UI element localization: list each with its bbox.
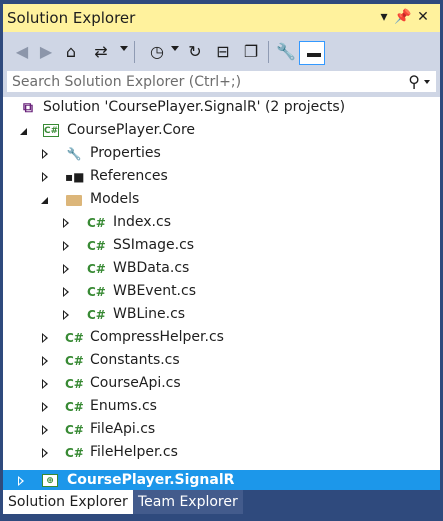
- tree-item-project[interactable]: C# CoursePlayer.Core: [3, 120, 440, 143]
- preview-selected-items-button[interactable]: [299, 41, 325, 65]
- search-box[interactable]: Search Solution Explorer (Ctrl+;) ⚲: [6, 70, 437, 93]
- search-options-dropdown-icon[interactable]: [424, 80, 430, 84]
- tree-item-label: CoursePlayer.Core: [67, 122, 196, 138]
- csharp-file-icon: C#: [65, 400, 84, 414]
- expand-arrow-icon[interactable]: [40, 356, 50, 368]
- properties-icon[interactable]: 🔧: [276, 42, 296, 62]
- window-frame: Solution Explorer ▾ 📌 ✕ ◀ ▶ ⌂ ⇄ ◷ ↻ ⊟ ❐ …: [0, 0, 443, 521]
- panel-title-bar: Solution Explorer ▾ 📌 ✕: [3, 4, 440, 32]
- toolbar-separator: [134, 41, 135, 63]
- csharp-file-icon: C#: [87, 308, 106, 322]
- tree-item-file[interactable]: C# FileApi.cs: [3, 419, 440, 442]
- tree-item-label: FileApi.cs: [90, 421, 156, 437]
- expand-arrow-icon[interactable]: [61, 287, 71, 299]
- preview-icon: [307, 53, 321, 57]
- collapse-all-icon[interactable]: ⊟: [213, 42, 233, 62]
- tree-item-file[interactable]: C# SSImage.cs: [3, 235, 440, 258]
- tree-item-folder[interactable]: Models: [3, 189, 440, 212]
- tree-item-label: CoursePlayer.SignalR: [67, 472, 235, 488]
- wrench-icon: 🔧: [66, 147, 82, 161]
- forward-icon[interactable]: ▶: [36, 42, 56, 62]
- collapse-arrow-icon[interactable]: [40, 195, 50, 207]
- toolbar: ◀ ▶ ⌂ ⇄ ◷ ↻ ⊟ ❐ 🔧: [3, 32, 440, 72]
- csharp-file-icon: C#: [65, 331, 84, 345]
- tree-item-file[interactable]: C# FileHelper.cs: [3, 442, 440, 465]
- references-icon: ▪■: [65, 170, 85, 184]
- back-icon[interactable]: ◀: [12, 42, 32, 62]
- tree-item-file[interactable]: C# WBData.cs: [3, 258, 440, 281]
- collapse-arrow-icon[interactable]: [19, 126, 29, 138]
- tree-item-file[interactable]: C# Constants.cs: [3, 350, 440, 373]
- tree-item-file[interactable]: C# CompressHelper.cs: [3, 327, 440, 350]
- expand-arrow-icon[interactable]: [40, 149, 50, 161]
- expand-arrow-icon[interactable]: [61, 310, 71, 322]
- web-project-icon: ⊕: [42, 474, 58, 487]
- solution-explorer-panel: Solution Explorer ▾ 📌 ✕ ◀ ▶ ⌂ ⇄ ◷ ↻ ⊟ ❐ …: [3, 4, 440, 517]
- csharp-file-icon: C#: [65, 377, 84, 391]
- expand-arrow-icon[interactable]: [40, 448, 50, 460]
- expand-arrow-icon[interactable]: [40, 172, 50, 184]
- expand-arrow-icon[interactable]: [61, 218, 71, 230]
- tree-item-properties[interactable]: 🔧 Properties: [3, 143, 440, 166]
- tree-item-label: Models: [90, 191, 140, 207]
- tree-item-label: CompressHelper.cs: [90, 329, 224, 345]
- solution-tree: ⧉ Solution 'CoursePlayer.SignalR' (2 pro…: [3, 97, 440, 477]
- switch-views-dropdown-icon[interactable]: [120, 46, 128, 51]
- pending-changes-filter-icon[interactable]: ◷: [147, 42, 167, 62]
- tree-item-label: CourseApi.cs: [90, 375, 181, 391]
- tab-solution-explorer[interactable]: Solution Explorer: [3, 490, 133, 514]
- tree-item-label: Solution 'CoursePlayer.SignalR' (2 proje…: [43, 99, 346, 115]
- csharp-file-icon: C#: [87, 262, 106, 276]
- tree-item-file[interactable]: C# Index.cs: [3, 212, 440, 235]
- tree-item-label: Constants.cs: [90, 352, 180, 368]
- csharp-file-icon: C#: [87, 239, 106, 253]
- tree-item-label: WBLine.cs: [113, 306, 186, 322]
- csharp-file-icon: C#: [87, 285, 106, 299]
- window-position-dropdown-icon[interactable]: ▾: [375, 8, 393, 26]
- tree-item-label: WBEvent.cs: [113, 283, 196, 299]
- expand-arrow-icon[interactable]: [40, 333, 50, 345]
- expand-arrow-icon[interactable]: [40, 425, 50, 437]
- search-icon[interactable]: ⚲: [408, 72, 420, 91]
- expand-arrow-icon[interactable]: [40, 379, 50, 391]
- panel-title: Solution Explorer: [7, 9, 136, 27]
- csharp-file-icon: C#: [65, 446, 84, 460]
- tree-item-label: WBData.cs: [113, 260, 190, 276]
- tree-item-file[interactable]: C# Enums.cs: [3, 396, 440, 419]
- pin-icon[interactable]: 📌: [394, 8, 412, 26]
- tree-item-references[interactable]: ▪■ References: [3, 166, 440, 189]
- tree-item-label: Properties: [90, 145, 161, 161]
- tree-item-label: SSImage.cs: [113, 237, 195, 253]
- refresh-icon[interactable]: ↻: [185, 42, 205, 62]
- expand-arrow-icon[interactable]: [61, 264, 71, 276]
- close-icon[interactable]: ✕: [414, 8, 432, 26]
- expand-arrow-icon[interactable]: [40, 402, 50, 414]
- csharp-project-icon: C#: [43, 124, 59, 137]
- tab-team-explorer[interactable]: Team Explorer: [133, 490, 243, 514]
- expand-arrow-icon[interactable]: [16, 476, 26, 488]
- panel-tabs: Solution Explorer Team Explorer: [3, 490, 440, 517]
- tree-item-file[interactable]: C# WBEvent.cs: [3, 281, 440, 304]
- csharp-file-icon: C#: [65, 423, 84, 437]
- toolbar-separator: [268, 41, 269, 63]
- tree-item-label: Index.cs: [113, 214, 171, 230]
- filter-dropdown-icon[interactable]: [171, 46, 179, 51]
- search-input[interactable]: Search Solution Explorer (Ctrl+;): [12, 74, 241, 90]
- switch-views-icon[interactable]: ⇄: [91, 42, 111, 62]
- tree-item-label: Enums.cs: [90, 398, 157, 414]
- home-icon[interactable]: ⌂: [61, 42, 81, 62]
- show-all-files-icon[interactable]: ❐: [241, 42, 261, 62]
- folder-icon: [66, 195, 82, 206]
- csharp-file-icon: C#: [65, 354, 84, 368]
- tree-item-file[interactable]: C# WBLine.cs: [3, 304, 440, 327]
- tree-item-label: FileHelper.cs: [90, 444, 178, 460]
- tree-item-label: References: [90, 168, 168, 184]
- csharp-file-icon: C#: [87, 216, 106, 230]
- tree-item-file[interactable]: C# CourseApi.cs: [3, 373, 440, 396]
- solution-icon: ⧉: [23, 100, 33, 116]
- expand-arrow-icon[interactable]: [61, 241, 71, 253]
- tree-item-solution[interactable]: ⧉ Solution 'CoursePlayer.SignalR' (2 pro…: [3, 97, 440, 120]
